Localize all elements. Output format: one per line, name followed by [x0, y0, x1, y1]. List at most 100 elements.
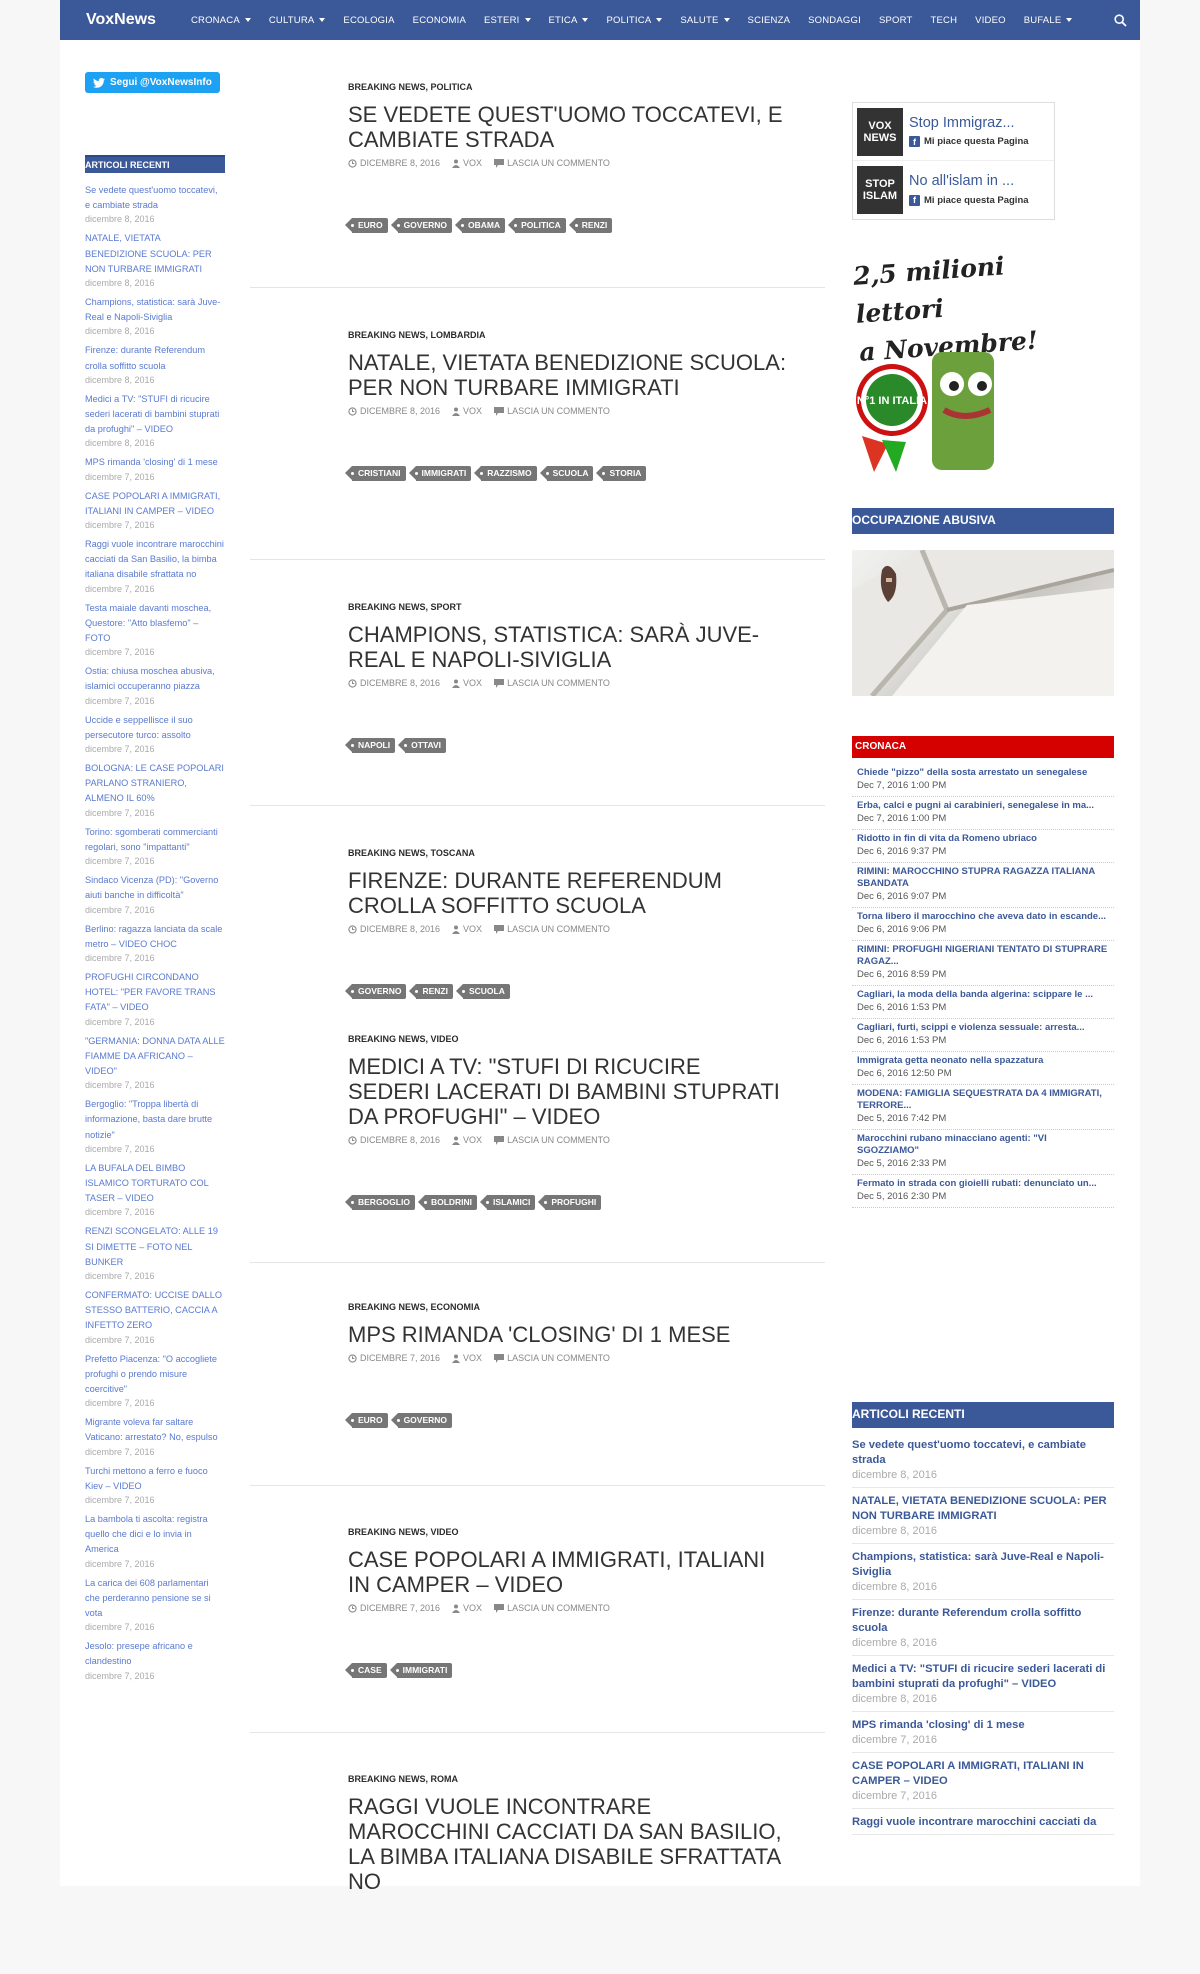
nav-item-esteri[interactable]: ESTERI — [475, 0, 540, 40]
post-author[interactable]: VOX — [452, 678, 482, 688]
facebook-page-item[interactable]: VOX NEWS Stop Immigraz... f Mi piace questa… — [853, 103, 1054, 161]
facebook-page-item[interactable]: STOP ISLAM No all'islam in ... f Mi piace q… — [853, 161, 1054, 219]
post-date[interactable]: DICEMBRE 8, 2016 — [348, 678, 440, 688]
cronaca-link[interactable]: RIMINI: PROFUGHI NIGERIANI TENTATO DI ST… — [857, 944, 1109, 968]
post-date[interactable]: DICEMBRE 8, 2016 — [348, 1135, 440, 1145]
post-categories[interactable]: BREAKING NEWS, SPORT — [348, 602, 462, 612]
post-tag[interactable]: CRISTIANI — [345, 466, 406, 481]
post-title[interactable]: CHAMPIONS, STATISTICA: SARÀ JUVE-REAL E … — [348, 622, 788, 672]
post-title[interactable]: CASE POPOLARI A IMMIGRATI, ITALIANI IN C… — [348, 1547, 788, 1597]
right-recent-link[interactable]: NATALE, VIETATA BENEDIZIONE SCUOLA: PER … — [852, 1494, 1114, 1524]
post-tag[interactable]: POLITICA — [508, 218, 566, 233]
right-recent-link[interactable]: Firenze: durante Referendum crolla soffi… — [852, 1606, 1114, 1636]
right-recent-link[interactable]: Champions, statistica: sarà Juve-Real e … — [852, 1550, 1114, 1580]
nav-item-sondaggi[interactable]: SONDAGGI — [799, 0, 870, 40]
right-recent-link[interactable]: Medici a TV: "STUFI di ricucire sederi l… — [852, 1662, 1114, 1692]
post-author[interactable]: VOX — [452, 158, 482, 168]
left-recent-link[interactable]: La bambola ti ascolta: registra quello c… — [85, 1512, 225, 1558]
post-title[interactable]: SE VEDETE QUEST'UOMO TOCCATEVI, E CAMBIA… — [348, 102, 788, 152]
post-author[interactable]: VOX — [452, 1135, 482, 1145]
nav-item-video[interactable]: VIDEO — [966, 0, 1015, 40]
left-recent-link[interactable]: "GERMANIA: DONNA DATA ALLE FIAMME DA AFR… — [85, 1034, 225, 1080]
left-recent-link[interactable]: CONFERMATO: UCCISE DALLO STESSO BATTERIO… — [85, 1288, 225, 1334]
occupazione-photo[interactable] — [852, 550, 1114, 696]
post-categories[interactable]: BREAKING NEWS, LOMBARDIA — [348, 330, 486, 340]
site-brand[interactable]: VoxNews — [60, 11, 182, 29]
post-tag[interactable]: GOVERNO — [344, 984, 407, 999]
nav-item-salute[interactable]: SALUTE — [671, 0, 738, 40]
facebook-like-button[interactable]: f Mi piace questa Pagina — [909, 194, 1029, 206]
post-tag[interactable]: NAPOLI — [344, 738, 396, 753]
post-tag[interactable]: OBAMA — [454, 218, 506, 233]
cronaca-link[interactable]: Chiede "pizzo" della sosta arrestato un … — [857, 767, 1109, 779]
nav-item-scienza[interactable]: SCIENZA — [739, 0, 800, 40]
post-tag[interactable]: CASE — [345, 1663, 387, 1678]
post-tag[interactable]: BOLDRINI — [417, 1195, 478, 1210]
post-tag[interactable]: OTTAVI — [398, 738, 447, 753]
post-tag[interactable]: SCUOLA — [455, 984, 510, 999]
post-title[interactable]: MEDICI A TV: "STUFI DI RICUCIRE SEDERI L… — [348, 1054, 788, 1129]
left-recent-link[interactable]: PROFUGHI CIRCONDANO HOTEL: "PER FAVORE T… — [85, 970, 225, 1016]
cronaca-link[interactable]: Immigrata getta neonato nella spazzatura — [857, 1055, 1109, 1067]
left-recent-link[interactable]: Raggi vuole incontrare marocchini caccia… — [85, 537, 225, 583]
post-tag[interactable]: PROFUGHI — [538, 1195, 602, 1210]
left-recent-link[interactable]: Berlino: ragazza lanciata da scale metro… — [85, 922, 225, 952]
nav-item-cronaca[interactable]: CRONACA — [182, 0, 260, 40]
post-author[interactable]: VOX — [452, 406, 482, 416]
post-date[interactable]: DICEMBRE 7, 2016 — [348, 1603, 440, 1613]
facebook-like-button[interactable]: f Mi piace questa Pagina — [909, 136, 1029, 147]
right-recent-link[interactable]: MPS rimanda 'closing' di 1 mese — [852, 1718, 1114, 1733]
nav-item-politica[interactable]: POLITICA — [597, 0, 671, 40]
left-recent-link[interactable]: Bergoglio: "Troppa libertà di informazio… — [85, 1097, 225, 1143]
post-tag[interactable]: ISLAMICI — [480, 1195, 536, 1210]
left-recent-link[interactable]: MPS rimanda 'closing' di 1 mese — [85, 455, 225, 470]
left-recent-link[interactable]: CASE POPOLARI A IMMIGRATI, ITALIANI IN C… — [85, 489, 225, 519]
post-tag[interactable]: EURO — [345, 1413, 388, 1428]
post-title[interactable]: MPS RIMANDA 'CLOSING' DI 1 MESE — [348, 1322, 788, 1347]
facebook-page-logo[interactable]: VOX NEWS — [857, 107, 903, 156]
nav-item-bufale[interactable]: BUFALE — [1015, 0, 1082, 40]
left-recent-link[interactable]: Champions, statistica: sarà Juve-Real e … — [85, 295, 225, 325]
post-tag[interactable]: SCUOLA — [539, 466, 594, 481]
right-recent-link[interactable]: Se vedete quest'uomo toccatevi, e cambia… — [852, 1438, 1114, 1468]
cronaca-link[interactable]: Fermato in strada con gioielli rubati: d… — [857, 1178, 1109, 1190]
post-author[interactable]: VOX — [452, 1603, 482, 1613]
post-tag[interactable]: IMMIGRATI — [408, 466, 472, 481]
left-recent-link[interactable]: Jesolo: presepe africano e clandestino — [85, 1639, 225, 1669]
cronaca-link[interactable]: Ridotto in fin di vita da Romeno ubriaco — [857, 833, 1109, 845]
nav-item-cultura[interactable]: CULTURA — [260, 0, 335, 40]
left-recent-link[interactable]: BOLOGNA: LE CASE POPOLARI PARLANO STRANI… — [85, 761, 225, 807]
post-tag[interactable]: STORIA — [596, 466, 647, 481]
post-date[interactable]: DICEMBRE 8, 2016 — [348, 924, 440, 934]
post-author[interactable]: VOX — [452, 924, 482, 934]
post-categories[interactable]: BREAKING NEWS, VIDEO — [348, 1527, 459, 1537]
post-tag[interactable]: GOVERNO — [390, 218, 453, 233]
right-recent-link[interactable]: Raggi vuole incontrare marocchini caccia… — [852, 1815, 1114, 1830]
post-comment-link[interactable]: LASCIA UN COMMENTO — [494, 1603, 610, 1613]
post-categories[interactable]: BREAKING NEWS, ROMA — [348, 1774, 458, 1784]
nav-item-etica[interactable]: ETICA — [540, 0, 598, 40]
twitter-follow-button[interactable]: Segui @VoxNewsInfo — [85, 72, 220, 93]
cronaca-link[interactable]: Cagliari, furti, scippi e violenza sessu… — [857, 1022, 1109, 1034]
left-recent-link[interactable]: Firenze: durante Referendum crolla soffi… — [85, 343, 225, 373]
facebook-page-name[interactable]: No all'islam in ... — [909, 172, 1029, 190]
post-author[interactable]: VOX — [452, 1353, 482, 1363]
left-recent-link[interactable]: RENZI SCONGELATO: ALLE 19 SI DIMETTE – F… — [85, 1224, 225, 1270]
left-recent-link[interactable]: Uccide e seppellisce il suo persecutore … — [85, 713, 225, 743]
post-tag[interactable]: RENZI — [568, 218, 613, 233]
post-title[interactable]: RAGGI VUOLE INCONTRARE MAROCCHINI CACCIA… — [348, 1794, 788, 1894]
cronaca-link[interactable]: MODENA: FAMIGLIA SEQUESTRATA DA 4 IMMIGR… — [857, 1088, 1109, 1112]
post-categories[interactable]: BREAKING NEWS, ECONOMIA — [348, 1302, 480, 1312]
nav-item-tech[interactable]: TECH — [922, 0, 967, 40]
left-recent-link[interactable]: Prefetto Piacenza: "O accogliete profugh… — [85, 1352, 225, 1398]
facebook-page-name[interactable]: Stop Immigraz... — [909, 114, 1029, 132]
nav-item-sport[interactable]: SPORT — [870, 0, 922, 40]
left-recent-link[interactable]: Turchi mettono a ferro e fuoco Kiev – VI… — [85, 1464, 225, 1494]
post-tag[interactable]: RAZZISMO — [474, 466, 537, 481]
post-comment-link[interactable]: LASCIA UN COMMENTO — [494, 678, 610, 688]
left-recent-link[interactable]: LA BUFALA DEL BIMBO ISLAMICO TORTURATO C… — [85, 1161, 225, 1207]
left-recent-link[interactable]: Migrante voleva far saltare Vaticano: ar… — [85, 1415, 225, 1445]
post-tag[interactable]: GOVERNO — [390, 1413, 453, 1428]
post-comment-link[interactable]: LASCIA UN COMMENTO — [494, 924, 610, 934]
left-recent-link[interactable]: Testa maiale davanti moschea, Questore: … — [85, 601, 225, 647]
